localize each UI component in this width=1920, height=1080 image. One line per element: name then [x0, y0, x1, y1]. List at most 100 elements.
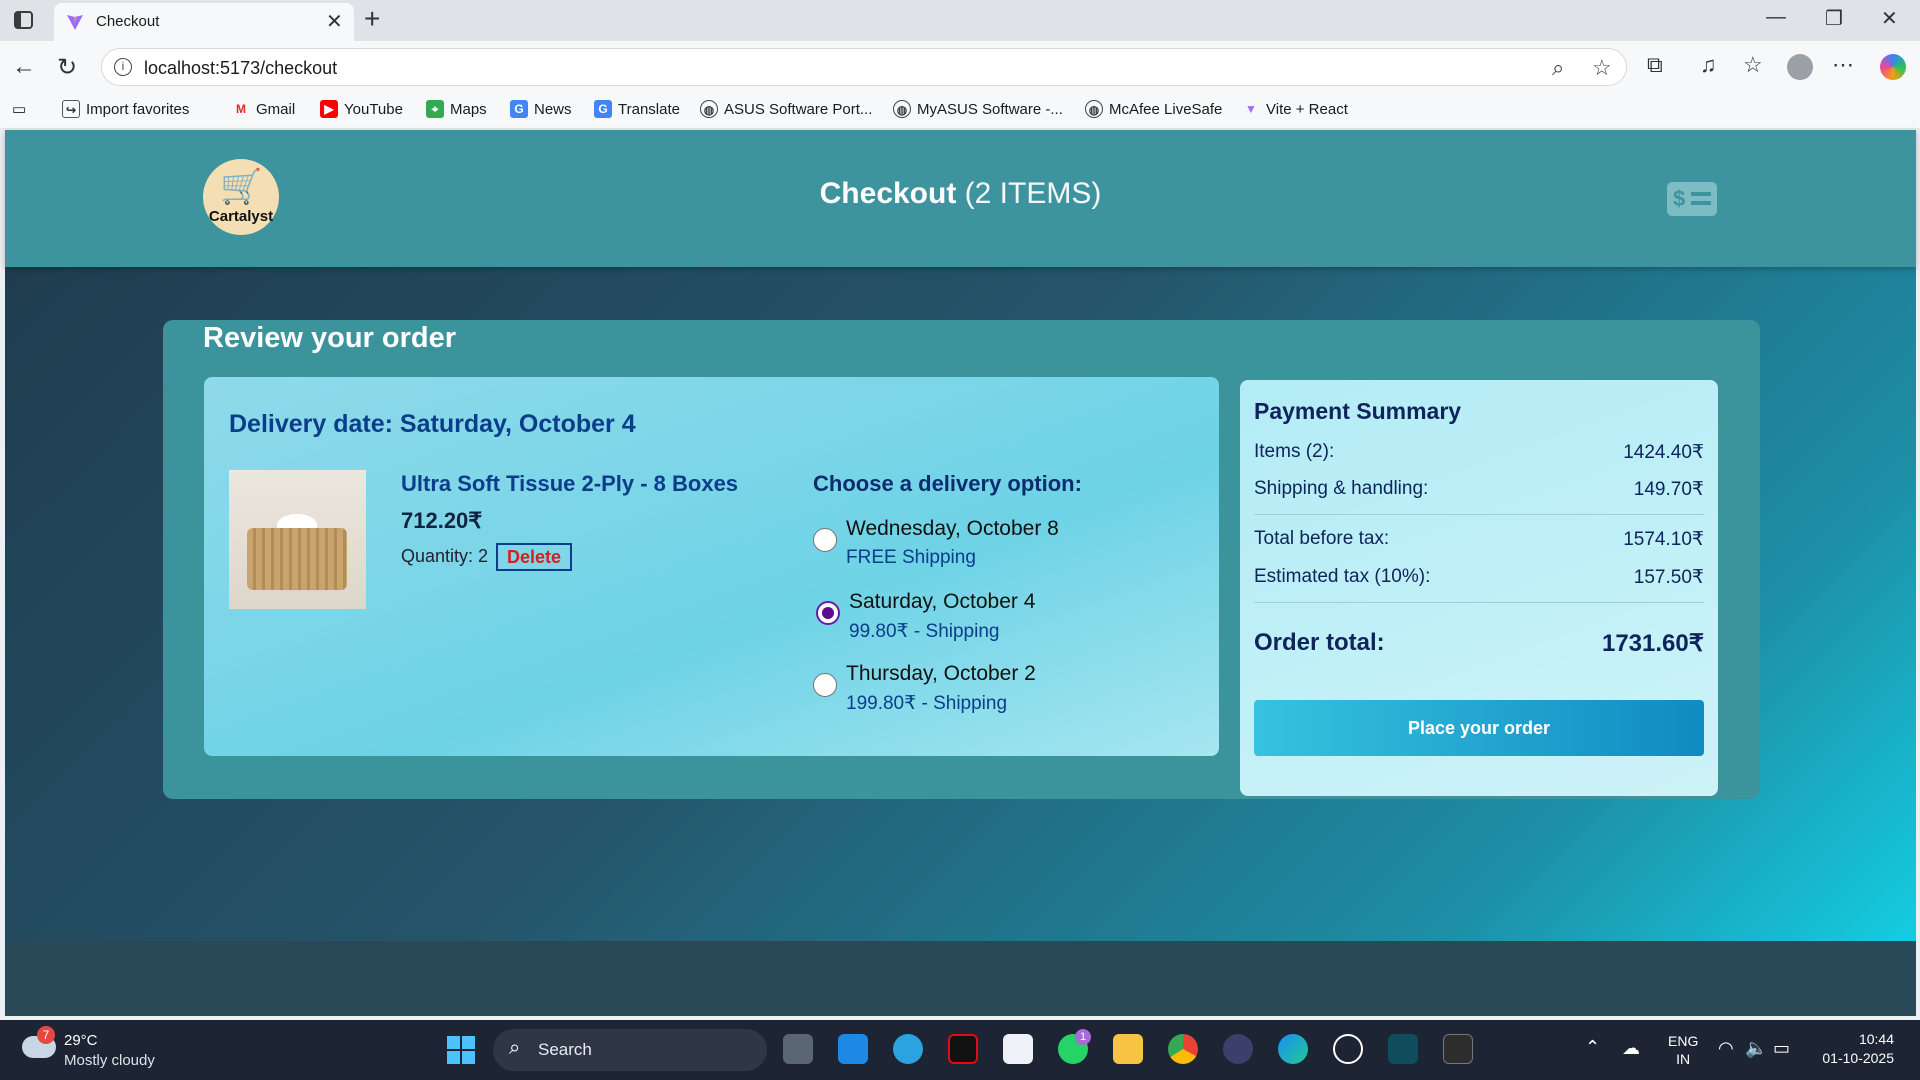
- place-order-button[interactable]: Place your order: [1254, 700, 1704, 756]
- summary-items-label: Items (2):: [1254, 441, 1335, 462]
- bookmark-gmail[interactable]: M Gmail: [232, 100, 295, 118]
- edge-icon[interactable]: [1278, 1034, 1308, 1064]
- address-bar[interactable]: i localhost:5173/checkout ⌕ ☆: [101, 48, 1627, 86]
- profile-avatar[interactable]: [1787, 54, 1813, 80]
- windows-start-icon[interactable]: [447, 1036, 475, 1064]
- read-aloud-icon[interactable]: ♫: [1700, 52, 1717, 78]
- delivery-radio[interactable]: [813, 528, 837, 552]
- delivery-option-shipping: 199.80₹ - Shipping: [846, 693, 1008, 714]
- delivery-option-shipping: 99.80₹ - Shipping: [849, 621, 1000, 642]
- tab-title: Checkout: [96, 13, 160, 30]
- close-window-icon[interactable]: ✕: [1881, 6, 1898, 31]
- order-item-card: Delivery date: Saturday, October 4 Ultra…: [204, 377, 1219, 756]
- basket-graphic: [247, 528, 347, 590]
- summary-divider: [1254, 602, 1704, 603]
- microsoft-store-icon[interactable]: [1003, 1034, 1033, 1064]
- back-icon[interactable]: ←: [12, 53, 36, 81]
- task-view-icon[interactable]: [783, 1034, 813, 1064]
- payment-icon[interactable]: $: [1667, 182, 1717, 216]
- bookmark-youtube[interactable]: ▶ YouTube: [320, 100, 403, 118]
- url-text[interactable]: localhost:5173/checkout: [144, 58, 337, 79]
- restore-icon[interactable]: ❐: [1825, 6, 1843, 31]
- chatgpt-icon[interactable]: [1333, 1034, 1363, 1064]
- globe-icon: ◍: [700, 100, 718, 118]
- whatsapp-badge: 1: [1075, 1029, 1091, 1045]
- order-total-label: Order total:: [1254, 629, 1385, 656]
- taskbar-search-label: Search: [538, 1040, 592, 1059]
- clock-date: 01-10-2025: [1822, 1050, 1894, 1066]
- terminal-icon[interactable]: [1443, 1034, 1473, 1064]
- minimize-icon[interactable]: —: [1766, 6, 1786, 29]
- weather-badge: 7: [37, 1026, 55, 1044]
- more-menu-icon[interactable]: ⋯: [1832, 52, 1854, 78]
- weather-temperature[interactable]: 29°C: [64, 1032, 98, 1049]
- tab-actions-icon[interactable]: [14, 11, 33, 29]
- summary-shipping-row: Shipping & handling: 149.70₹: [1254, 478, 1704, 500]
- bookmark-translate[interactable]: G Translate: [594, 100, 680, 118]
- file-explorer-icon[interactable]: [1113, 1034, 1143, 1064]
- bookmarks-bar: ▭ ↪ Import favorites M Gmail ▶ YouTube ⌖ Map…: [0, 93, 1920, 129]
- address-toolbar: ← ↻ i localhost:5173/checkout ⌕ ☆ ⧉ ♫ ☆ …: [0, 41, 1920, 93]
- extensions-icon[interactable]: ⧉: [1647, 52, 1663, 78]
- zoom-icon[interactable]: ⌕: [1552, 55, 1564, 81]
- battery-icon[interactable]: ▭: [1773, 1038, 1790, 1059]
- browser-tab[interactable]: Checkout ✕: [54, 3, 354, 41]
- summary-divider: [1254, 514, 1704, 515]
- summary-before-tax-label: Total before tax:: [1254, 528, 1390, 549]
- favorite-star-icon[interactable]: ☆: [1592, 55, 1612, 81]
- order-total-row: Order total: 1731.60₹: [1254, 629, 1704, 657]
- delivery-option-day: Thursday, October 2: [846, 662, 1036, 685]
- onedrive-icon[interactable]: ☁: [1622, 1038, 1640, 1059]
- bookmarks-menu-icon[interactable]: ▭: [12, 100, 26, 118]
- netflix-icon[interactable]: [948, 1034, 978, 1064]
- delivery-option-shipping: FREE Shipping: [846, 547, 976, 568]
- copilot-icon[interactable]: [1880, 54, 1906, 80]
- page-title-count: (2 ITEMS): [964, 177, 1102, 210]
- summary-tax-row: Estimated tax (10%): 157.50₹: [1254, 566, 1704, 588]
- telegram-icon[interactable]: [893, 1034, 923, 1064]
- close-tab-icon[interactable]: ✕: [326, 9, 343, 34]
- taskbar-search[interactable]: ⌕ Search: [493, 1029, 767, 1071]
- translate-icon: G: [594, 100, 612, 118]
- wifi-icon[interactable]: ◠: [1718, 1038, 1734, 1059]
- bookmark-news[interactable]: G News: [510, 100, 572, 118]
- system-clock[interactable]: 10:44 01-10-2025: [1814, 1030, 1894, 1068]
- new-tab-icon[interactable]: +: [364, 3, 380, 35]
- favorites-icon[interactable]: ☆: [1743, 52, 1763, 78]
- language-code: ENG: [1668, 1033, 1699, 1049]
- payment-summary-title: Payment Summary: [1254, 398, 1462, 424]
- bookmark-import-favorites[interactable]: ↪ Import favorites: [62, 100, 189, 118]
- order-total-value: 1731.60₹: [1601, 630, 1704, 657]
- product-image: [229, 470, 366, 609]
- payment-summary: Payment Summary Items (2): 1424.40₹ Ship…: [1240, 380, 1718, 796]
- browser-titlebar: Checkout ✕ + — ❐ ✕: [0, 0, 1920, 41]
- eclipse-icon[interactable]: [1223, 1034, 1253, 1064]
- delivery-radio[interactable]: [813, 673, 837, 697]
- search-icon: ⌕: [509, 1037, 521, 1059]
- summary-before-tax-row: Total before tax: 1574.10₹: [1254, 528, 1704, 550]
- refresh-icon[interactable]: ↻: [57, 53, 77, 82]
- bookmark-myasus-software[interactable]: ◍ MyASUS Software -...: [893, 100, 1063, 118]
- summary-tax-label: Estimated tax (10%):: [1254, 566, 1431, 587]
- chrome-icon[interactable]: [1168, 1034, 1198, 1064]
- bookmark-asus-software[interactable]: ◍ ASUS Software Port...: [700, 100, 872, 118]
- volume-icon[interactable]: 🔈: [1745, 1038, 1767, 1059]
- globe-icon: ◍: [1085, 100, 1103, 118]
- windows-taskbar: 7 29°C Mostly cloudy ⌕ Search 1 ⌃ ☁ ENG …: [0, 1020, 1920, 1080]
- bookmark-mcafee[interactable]: ◍ McAfee LiveSafe: [1085, 100, 1222, 118]
- delivery-date: Delivery date: Saturday, October 4: [229, 410, 636, 438]
- site-info-icon[interactable]: i: [114, 58, 132, 76]
- delete-button[interactable]: Delete: [496, 543, 572, 571]
- summary-before-tax-value: 1574.10₹: [1623, 529, 1704, 550]
- bookmark-vite-react[interactable]: ▼ Vite + React: [1242, 100, 1348, 118]
- app-header: 🛒 Cartalyst Checkout (2 ITEMS) $: [5, 130, 1916, 267]
- review-order-panel: Review your order Delivery date: Saturda…: [163, 320, 1760, 799]
- app-icon[interactable]: [1388, 1034, 1418, 1064]
- bookmark-maps[interactable]: ⌖ Maps: [426, 100, 487, 118]
- vscode-icon[interactable]: [838, 1034, 868, 1064]
- show-hidden-icons-icon[interactable]: ⌃: [1585, 1037, 1600, 1058]
- weather-condition[interactable]: Mostly cloudy: [64, 1052, 155, 1069]
- gmail-icon: M: [236, 102, 246, 116]
- delivery-radio-selected[interactable]: [816, 601, 840, 625]
- language-indicator[interactable]: ENG IN: [1668, 1032, 1698, 1068]
